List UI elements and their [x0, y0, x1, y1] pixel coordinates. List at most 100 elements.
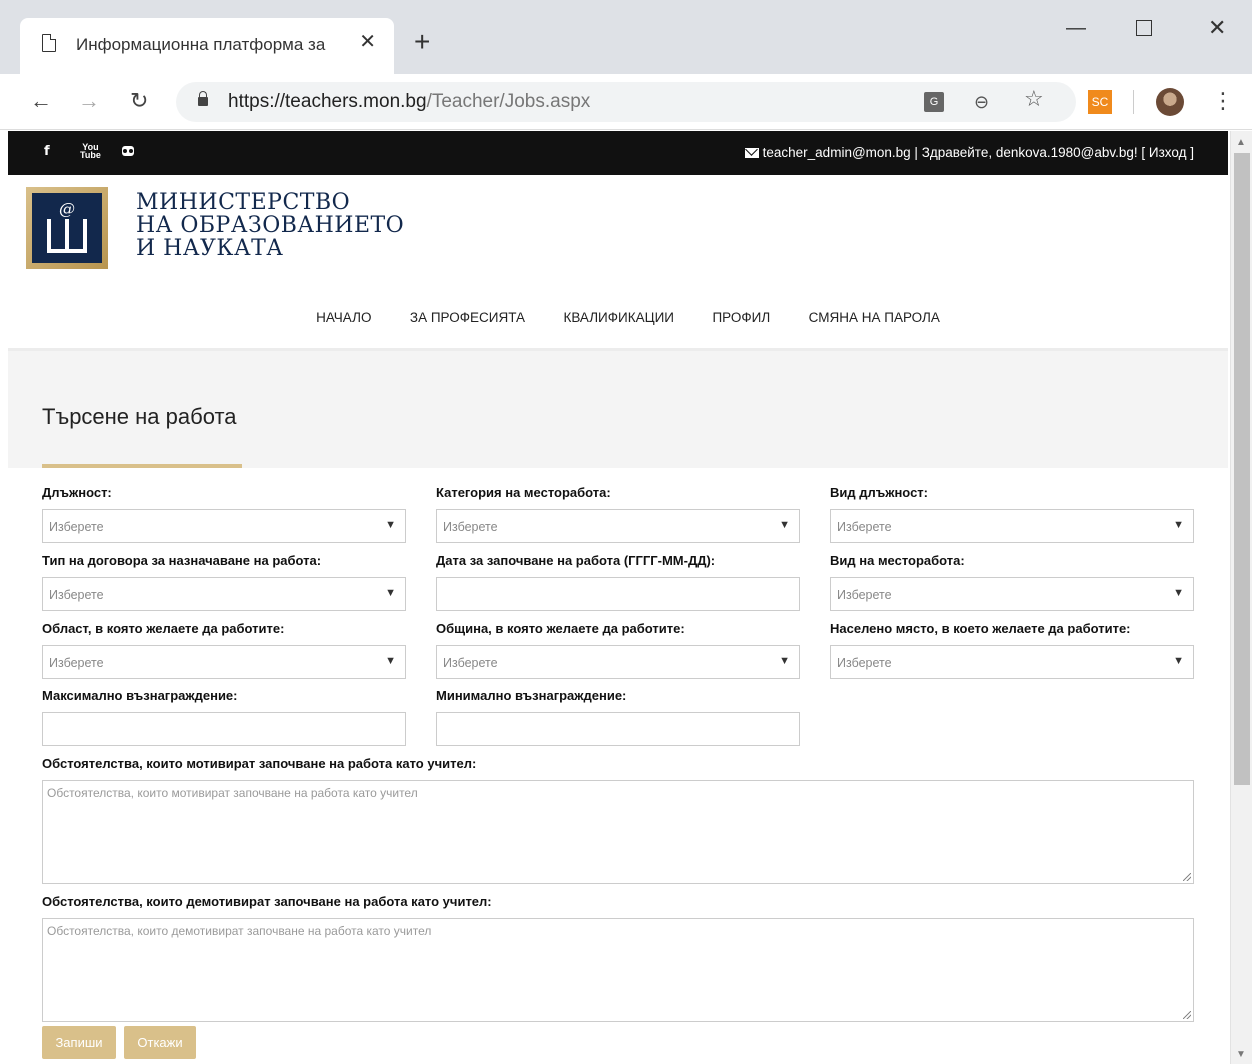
- chevron-down-icon: ▼: [779, 519, 790, 531]
- site-topbar: f You Tube teacher_admin@mon.bg | Здравей…: [8, 131, 1228, 175]
- position-label: Длъжност:: [42, 485, 112, 500]
- workplace-type-select-value: Изберете: [837, 588, 892, 602]
- flickr-icon[interactable]: [122, 146, 134, 156]
- chevron-down-icon: ▼: [385, 587, 396, 599]
- contract-select[interactable]: Изберете ▼: [42, 577, 406, 611]
- max-salary-input[interactable]: [42, 712, 406, 746]
- motivating-placeholder: Обстоятелства, които мотивират започване…: [47, 786, 418, 800]
- chevron-down-icon: ▼: [385, 519, 396, 531]
- address-bar[interactable]: https://teachers.mon.bg/Teacher/Jobs.asp…: [176, 82, 1076, 122]
- ministry-name-line2: НА ОБРАЗОВАНИЕТО: [136, 213, 405, 238]
- book-icon: [47, 219, 87, 253]
- forward-arrow-icon[interactable]: →: [78, 88, 100, 114]
- chevron-down-icon: ▼: [385, 655, 396, 667]
- municipality-select[interactable]: Изберете ▼: [436, 645, 800, 679]
- chevron-down-icon: ▼: [1173, 519, 1184, 531]
- max-salary-label: Максимално възнаграждение:: [42, 688, 238, 703]
- minimize-icon[interactable]: —: [1066, 18, 1086, 38]
- category-select-value: Изберете: [443, 520, 498, 534]
- page-scrollbar[interactable]: ▲ ▼: [1230, 131, 1252, 1064]
- browser-tab[interactable]: Информационна платформа за ✕: [20, 18, 394, 74]
- url-domain: https://teachers.mon.bg: [228, 91, 427, 112]
- region-select[interactable]: Изберете ▼: [42, 645, 406, 679]
- start-date-label: Дата за започване на работа (ГГГГ-ММ-ДД)…: [436, 553, 716, 568]
- scroll-down-icon[interactable]: ▼: [1236, 1049, 1246, 1060]
- tab-title: Информационна платформа за: [76, 35, 326, 54]
- browser-tabstrip: Информационна платформа за ✕ + — ✕: [0, 0, 1252, 74]
- workplace-type-select[interactable]: Изберете ▼: [830, 577, 1194, 611]
- contract-select-value: Изберете: [49, 588, 104, 602]
- demotivating-label: Обстоятелства, които демотивират започва…: [42, 894, 492, 909]
- page-icon: [42, 34, 56, 52]
- window-close-icon[interactable]: ✕: [1208, 17, 1226, 39]
- save-button[interactable]: Запиши: [42, 1026, 116, 1059]
- facebook-icon[interactable]: f: [44, 144, 50, 160]
- page-viewport: f You Tube teacher_admin@mon.bg | Здравей…: [8, 131, 1228, 1064]
- close-tab-icon[interactable]: ✕: [359, 32, 376, 52]
- region-label: Област, в която желаете да работите:: [42, 621, 285, 636]
- url-path: /Teacher/Jobs.aspx: [426, 91, 591, 112]
- new-tab-button[interactable]: +: [414, 28, 430, 56]
- position-select[interactable]: Изберете ▼: [42, 509, 406, 543]
- ministry-name-line3: И НАУКАТА: [136, 236, 284, 261]
- category-label: Категория на месторабота:: [436, 485, 611, 500]
- scrollbar-thumb[interactable]: [1234, 153, 1250, 785]
- cancel-button[interactable]: Откажи: [124, 1026, 196, 1059]
- start-date-input[interactable]: [436, 577, 800, 611]
- nav-item-home[interactable]: НАЧАЛО: [316, 310, 371, 325]
- reload-icon[interactable]: ↻: [130, 88, 148, 114]
- municipality-select-value: Изберете: [443, 656, 498, 670]
- position-select-value: Изберете: [49, 520, 104, 534]
- site-header: @ МИНИСТЕРСТВО НА ОБРАЗОВАНИЕТО И НАУКАТ…: [8, 175, 1228, 351]
- back-arrow-icon[interactable]: ←: [30, 88, 52, 114]
- ministry-name-line1: МИНИСТЕРСТВО: [136, 190, 351, 215]
- municipality-label: Община, в която желаете да работите:: [436, 621, 685, 636]
- motivating-label: Обстоятелства, които мотивират започване…: [42, 756, 477, 771]
- motivating-textarea[interactable]: Обстоятелства, които мотивират започване…: [42, 780, 1194, 884]
- contract-label: Тип на договора за назначаване на работа…: [42, 553, 322, 568]
- user-info[interactable]: teacher_admin@mon.bg | Здравейте, denkov…: [744, 145, 1194, 160]
- bookmark-star-icon[interactable]: ☆: [1024, 88, 1044, 110]
- maximize-icon[interactable]: [1136, 20, 1152, 36]
- position-type-label: Вид длъжност:: [830, 485, 928, 500]
- nav-item-qualifications[interactable]: КВАЛИФИКАЦИИ: [563, 310, 674, 325]
- extension-icon[interactable]: SC: [1088, 90, 1112, 114]
- nav-item-profession[interactable]: ЗА ПРОФЕСИЯТА: [410, 310, 525, 325]
- settlement-label: Населено място, в което желаете да работ…: [830, 621, 1131, 636]
- chevron-down-icon: ▼: [779, 655, 790, 667]
- main-navigation: НАЧАЛО ЗА ПРОФЕСИЯТА КВАЛИФИКАЦИИ ПРОФИЛ…: [8, 309, 1228, 327]
- region-select-value: Изберете: [49, 656, 104, 670]
- demotivating-textarea[interactable]: Обстоятелства, които демотивират започва…: [42, 918, 1194, 1022]
- position-type-select[interactable]: Изберете ▼: [830, 509, 1194, 543]
- youtube-icon[interactable]: You Tube: [80, 143, 101, 160]
- page-title-band: Търсене на работа: [8, 351, 1228, 468]
- translate-icon[interactable]: G: [924, 92, 944, 112]
- nav-item-change-password[interactable]: СМЯНА НА ПАРОЛА: [809, 310, 940, 325]
- nav-item-profile[interactable]: ПРОФИЛ: [712, 310, 770, 325]
- min-salary-input[interactable]: [436, 712, 800, 746]
- browser-toolbar: ← → ↻ https://teachers.mon.bg/Teacher/Jo…: [0, 74, 1252, 130]
- scroll-up-icon[interactable]: ▲: [1236, 137, 1246, 148]
- min-salary-label: Минимално възнаграждение:: [436, 688, 627, 703]
- profile-avatar[interactable]: [1156, 88, 1184, 116]
- mail-icon: [744, 148, 759, 158]
- browser-menu-icon[interactable]: ⋮: [1212, 88, 1234, 114]
- url-text[interactable]: https://teachers.mon.bg/Teacher/Jobs.asp…: [228, 91, 590, 113]
- resize-grip-icon[interactable]: [1183, 1011, 1191, 1019]
- workplace-type-label: Вид на месторабота:: [830, 553, 965, 568]
- page-title: Търсене на работа: [42, 404, 237, 429]
- chevron-down-icon: ▼: [1173, 587, 1184, 599]
- toolbar-divider: [1133, 90, 1134, 114]
- title-underline: [42, 464, 242, 468]
- lock-icon: [198, 91, 208, 106]
- user-info-text: teacher_admin@mon.bg | Здравейте, denkov…: [762, 145, 1194, 160]
- settlement-select[interactable]: Изберете ▼: [830, 645, 1194, 679]
- chevron-down-icon: ▼: [1173, 655, 1184, 667]
- category-select[interactable]: Изберете ▼: [436, 509, 800, 543]
- zoom-icon[interactable]: ⊖: [974, 91, 989, 113]
- settlement-select-value: Изберете: [837, 656, 892, 670]
- demotivating-placeholder: Обстоятелства, които демотивират започва…: [47, 924, 432, 938]
- ministry-name[interactable]: МИНИСТЕРСТВО НА ОБРАЗОВАНИЕТО И НАУКАТА: [136, 191, 404, 260]
- ministry-logo[interactable]: @: [26, 187, 108, 269]
- resize-grip-icon[interactable]: [1183, 873, 1191, 881]
